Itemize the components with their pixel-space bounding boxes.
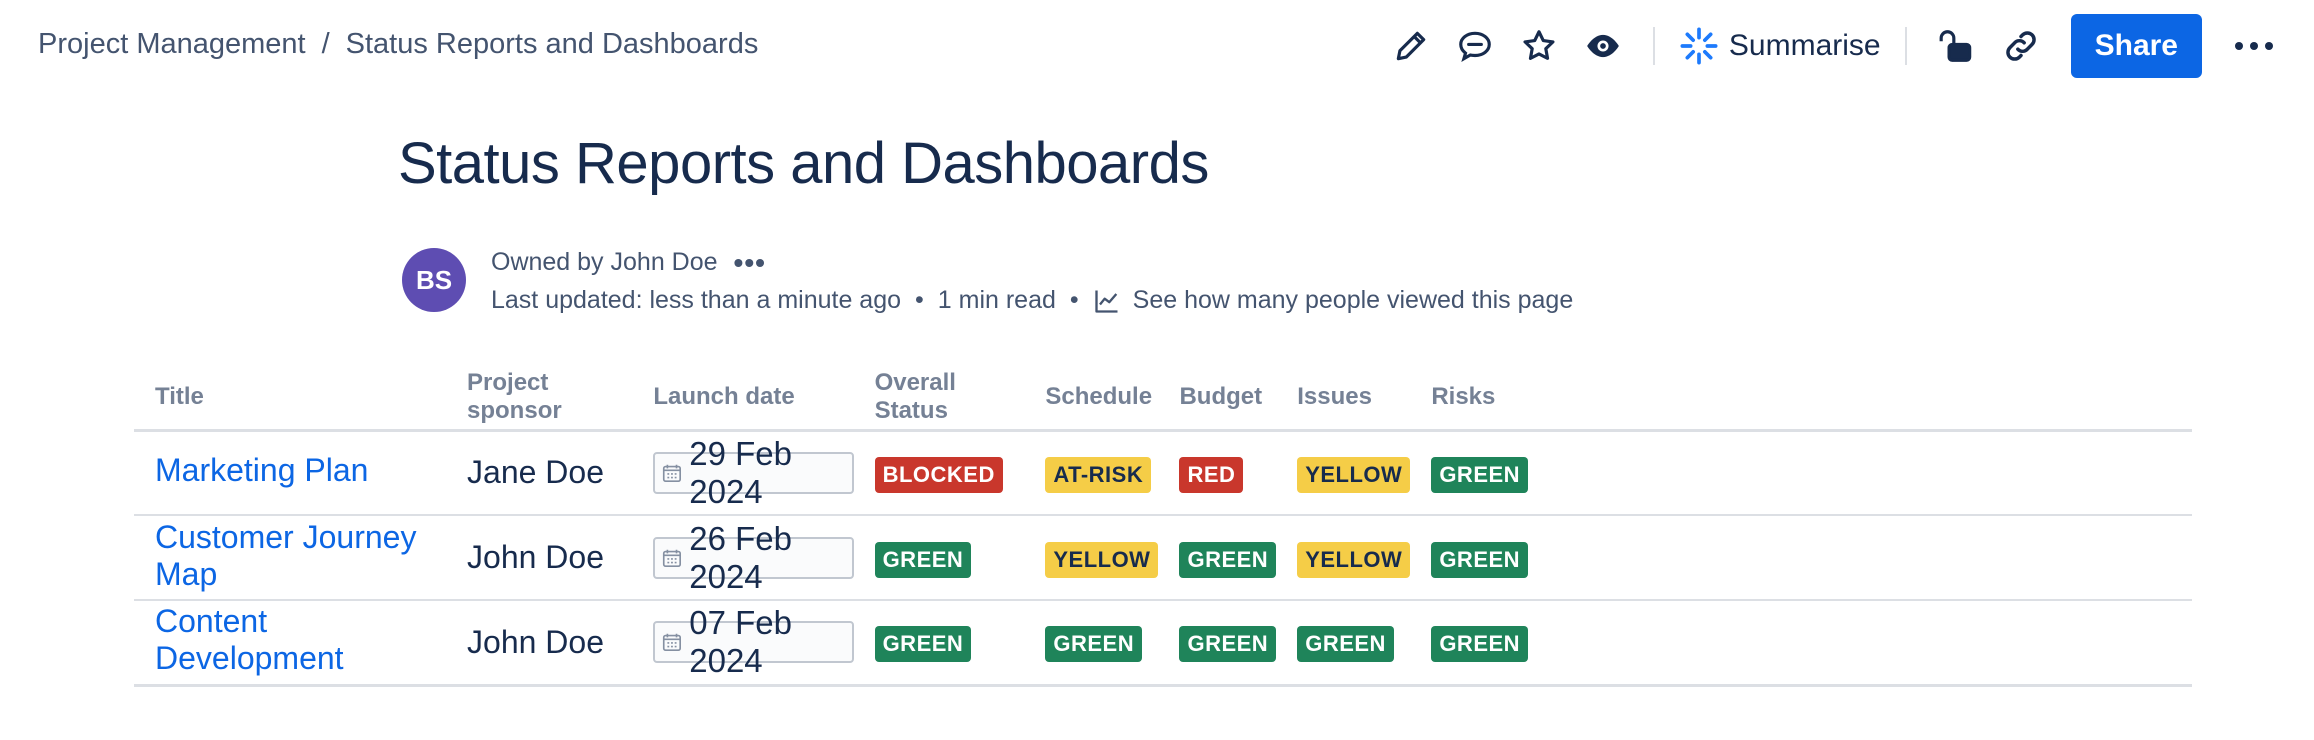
summarise-label: Summarise <box>1728 29 1881 62</box>
page-meta: Last updated: less than a minute ago • 1… <box>491 286 1573 315</box>
overall-status-lozenge: GREEN <box>874 541 972 578</box>
launch-date-text: 26 Feb 2024 <box>689 519 792 595</box>
page-title: Status Reports and Dashboards <box>398 131 1209 196</box>
summarise-button[interactable]: Summarise <box>1673 14 1887 78</box>
schedule-lozenge: YELLOW <box>1045 541 1159 578</box>
star-icon <box>1523 30 1555 60</box>
project-title-link[interactable]: Marketing Plan <box>155 452 368 488</box>
project-sponsor: John Doe <box>467 539 604 575</box>
top-bar: Project Management / Status Reports and … <box>0 0 2314 94</box>
table-row: Content Development John Doe 07 Feb 2024… <box>134 600 2192 687</box>
table-row: Marketing Plan Jane Doe 29 Feb 2024 BLOC… <box>134 430 2192 516</box>
comment-button[interactable] <box>1443 14 1507 78</box>
project-title-link[interactable]: Content Development <box>155 603 344 676</box>
sparkle-icon <box>1680 27 1718 65</box>
launch-date-text: 29 Feb 2024 <box>689 434 792 510</box>
star-button[interactable] <box>1507 14 1571 78</box>
risks-lozenge: GREEN <box>1431 626 1529 663</box>
column-header[interactable]: Budget <box>1158 366 1277 432</box>
byline-more-button[interactable]: ••• <box>734 248 766 276</box>
calendar-icon <box>663 549 682 567</box>
toolbar-divider <box>1652 27 1655 65</box>
watch-button[interactable] <box>1571 14 1635 78</box>
page-views-link[interactable]: See how many people viewed this page <box>1093 286 1574 315</box>
avatar[interactable]: BS <box>402 248 466 312</box>
breadcrumb: Project Management / Status Reports and … <box>38 28 758 61</box>
meta-bullet: • <box>1069 286 1079 314</box>
project-sponsor: Jane Doe <box>467 454 604 491</box>
owner-line: Owned by John Doe ••• <box>491 248 766 277</box>
edit-button[interactable] <box>1379 14 1443 78</box>
breadcrumb-current[interactable]: Status Reports and Dashboards <box>346 28 759 61</box>
risks-lozenge: GREEN <box>1431 541 1529 578</box>
project-title-link[interactable]: Customer Journey Map <box>155 519 416 592</box>
unlock-icon <box>1939 30 1971 62</box>
page-toolbar: Summarise Share <box>1379 14 2286 78</box>
overall-status-lozenge: BLOCKED <box>874 456 1003 493</box>
more-actions-button[interactable] <box>2222 14 2286 78</box>
issues-lozenge: GREEN <box>1297 626 1394 663</box>
column-header[interactable]: Risks <box>1410 366 2192 432</box>
eye-icon <box>1587 34 1619 58</box>
schedule-lozenge: GREEN <box>1045 626 1143 663</box>
toolbar-divider <box>1904 27 1907 65</box>
budget-lozenge: GREEN <box>1179 541 1277 578</box>
launch-date[interactable]: 07 Feb 2024 <box>653 604 854 679</box>
project-sponsor: John Doe <box>467 623 604 660</box>
table-row: Customer Journey Map John Doe 26 Feb 202… <box>134 515 2192 601</box>
read-time: 1 min read <box>937 286 1056 314</box>
overall-status-lozenge: GREEN <box>874 626 972 663</box>
status-table: Title Project sponsor Launch date Overal… <box>134 366 2192 687</box>
more-icon <box>2235 42 2273 50</box>
owner-text: Owned by John Doe <box>491 248 718 276</box>
column-header[interactable]: Title <box>134 366 447 432</box>
share-button[interactable]: Share <box>2070 14 2202 78</box>
column-header[interactable]: Schedule <box>1024 366 1159 432</box>
column-header[interactable]: Project sponsor <box>446 366 633 432</box>
pencil-icon <box>1396 31 1426 61</box>
budget-lozenge: GREEN <box>1179 626 1277 663</box>
column-header[interactable]: Overall Status <box>853 366 1025 432</box>
link-icon <box>2005 31 2036 61</box>
chart-line-icon <box>1095 290 1118 313</box>
launch-date[interactable]: 26 Feb 2024 <box>653 520 854 595</box>
column-header[interactable]: Issues <box>1276 366 1411 432</box>
meta-bullet: • <box>915 286 924 314</box>
copy-link-button[interactable] <box>1989 14 2053 78</box>
last-updated: Last updated: less than a minute ago <box>491 286 902 314</box>
schedule-lozenge: AT-RISK <box>1045 456 1152 493</box>
calendar-icon <box>663 634 682 652</box>
breadcrumb-separator: / <box>321 28 330 60</box>
budget-lozenge: RED <box>1179 456 1244 493</box>
issues-lozenge: YELLOW <box>1297 541 1411 578</box>
comment-icon <box>1459 31 1491 62</box>
restrictions-button[interactable] <box>1925 14 1989 78</box>
launch-date-text: 07 Feb 2024 <box>689 604 792 680</box>
column-header[interactable]: Launch date <box>632 366 854 432</box>
issues-lozenge: YELLOW <box>1297 456 1411 493</box>
launch-date[interactable]: 29 Feb 2024 <box>653 435 854 510</box>
page-views-label: See how many people viewed this page <box>1132 286 1574 314</box>
calendar-icon <box>663 464 682 482</box>
breadcrumb-parent[interactable]: Project Management <box>38 28 306 61</box>
table-header-row: Title Project sponsor Launch date Overal… <box>134 366 2192 432</box>
risks-lozenge: GREEN <box>1431 456 1529 493</box>
